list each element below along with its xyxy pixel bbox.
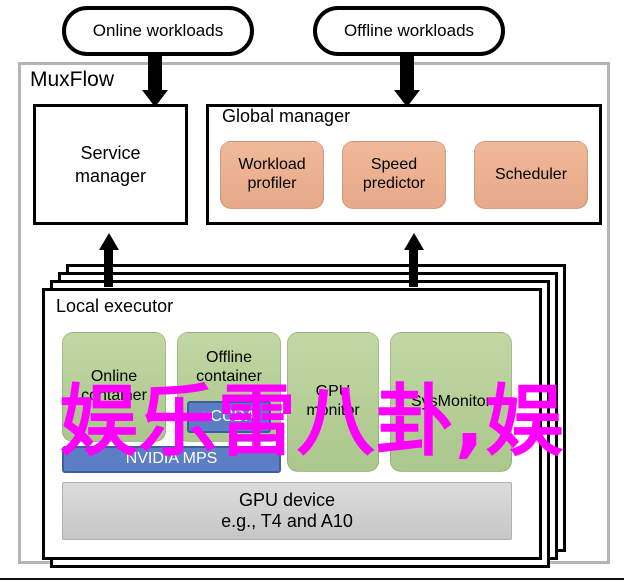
bar-nvidia-mps: NVIDIA MPS [62, 446, 281, 473]
chip-scheduler: Scheduler [474, 141, 588, 209]
input-pill-offline-label: Offline workloads [343, 21, 475, 40]
chip-online-container: Online container [62, 332, 166, 442]
arrow-head-global-manager-up [404, 233, 424, 250]
nvidia-mps-label: NVIDIA MPS [125, 450, 218, 468]
muxflow-title: MuxFlow [30, 68, 115, 91]
arrow-online-workloads-to-service-manager [141, 52, 169, 107]
online-container-line1: Online [90, 368, 138, 386]
input-pill-offline-workloads: Offline workloads [313, 6, 505, 56]
architecture-diagram: Online workloads Offline workloads MuxFl… [0, 0, 624, 582]
chip-workload-profiler: Workload profiler [220, 141, 324, 209]
gpu-device-line1: GPU device [238, 489, 336, 510]
input-pill-online-label: Online workloads [92, 21, 224, 40]
gpu-monitor-line1: GPU [315, 383, 351, 401]
online-container-line2: container [81, 387, 147, 404]
local-executor-title: Local executor [56, 296, 174, 316]
arrow-shaft-service-manager [104, 249, 113, 287]
scheduler-label: Scheduler [494, 165, 568, 183]
workload-profiler-line2: profiler [247, 175, 297, 192]
service-manager-label-line1: Service [80, 143, 141, 163]
service-manager-panel: Service manager [33, 104, 188, 225]
arrow-shaft-global-manager [409, 249, 418, 287]
bottom-divider [0, 578, 624, 580]
speed-predictor-line1: Speed [370, 156, 418, 174]
xcuda-label: xCUDA [202, 407, 256, 425]
global-manager-title: Global manager [222, 106, 351, 126]
bar-gpu-device: GPU device e.g., T4 and A10 [62, 482, 512, 540]
sysmonitor-label: SysMonitor [410, 392, 492, 410]
chip-xcuda: xCUDA [187, 401, 271, 433]
chip-speed-predictor: Speed predictor [342, 141, 446, 209]
input-pill-online-workloads: Online workloads [62, 6, 254, 56]
arrow-offline-workloads-to-global-manager [393, 52, 421, 107]
speed-predictor-line2: predictor [362, 175, 426, 192]
offline-container-line1: Offline [206, 349, 252, 366]
gpu-device-line2: e.g., T4 and A10 [221, 511, 353, 531]
offline-container-line2: container [196, 367, 262, 385]
chip-sysmonitor: SysMonitor [390, 332, 512, 472]
chip-gpu-monitor: GPU monitor [287, 332, 379, 472]
workload-profiler-line1: Workload [238, 156, 306, 174]
gpu-monitor-line2: monitor [306, 402, 360, 419]
service-manager-label-line2: manager [74, 165, 147, 186]
arrow-head-service-manager-up [99, 233, 119, 250]
